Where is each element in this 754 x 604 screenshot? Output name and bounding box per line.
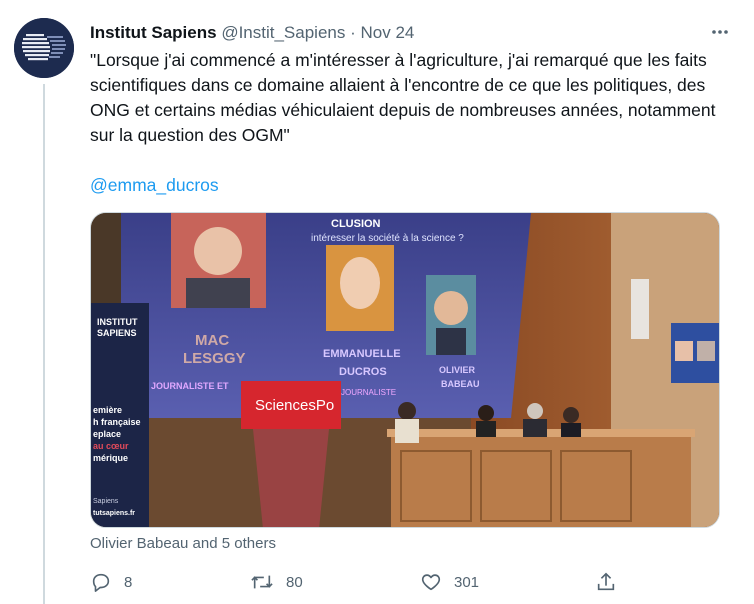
banner-logo-line2: SAPIENS <box>97 328 137 338</box>
banner-text-1: emière <box>93 405 122 415</box>
handle[interactable]: @Instit_Sapiens <box>221 23 345 42</box>
mention-link[interactable]: @emma_ducros <box>90 173 219 198</box>
banner-text-5: mérique <box>93 453 128 463</box>
speaker-1-role: JOURNALISTE ET <box>151 381 229 391</box>
separator: · <box>350 23 356 42</box>
speaker-1-name-line2: LESGGY <box>183 350 246 367</box>
speaker-3-name-line1: OLIVIER <box>439 365 476 375</box>
more-horizontal-icon <box>712 30 728 34</box>
reply-icon <box>92 573 110 592</box>
social-context[interactable]: Olivier Babeau and 5 others <box>90 535 276 553</box>
institut-sapiens-logo <box>14 18 74 78</box>
banner-text-2: h française <box>93 417 141 427</box>
lectern-brand: SciencesPo <box>255 397 334 414</box>
tweet-date[interactable]: Nov 24 <box>361 23 415 42</box>
reply-count: 8 <box>124 573 133 591</box>
speaker-3-name-line2: BABEAU <box>441 379 480 389</box>
speaker-1-name-line1: MAC <box>195 332 229 349</box>
speaker-2-name-line1: EMMANUELLE <box>323 348 401 360</box>
share-icon <box>597 572 615 591</box>
tweet-text: "Lorsque j'ai commencé a m'intéresser à … <box>90 50 716 145</box>
display-name[interactable]: Institut Sapiens <box>90 23 217 42</box>
like-count: 301 <box>454 573 480 591</box>
heart-icon <box>421 574 441 591</box>
banner-logo-line1: INSTITUT <box>97 317 138 327</box>
action-bar: 8 80 301 <box>90 568 630 596</box>
thread-line <box>43 84 45 604</box>
tweet-header: Institut Sapiens @Instit_Sapiens · Nov 2… <box>90 22 738 44</box>
banner-text-3: eplace <box>93 429 121 439</box>
banner-text-4: au cœur <box>93 441 129 451</box>
banner-footer-1: Sapiens <box>93 498 119 505</box>
reply-button[interactable]: 8 <box>90 568 132 596</box>
more-button[interactable] <box>708 20 732 44</box>
share-button[interactable] <box>595 568 629 596</box>
speaker-2-role: JOURNALISTE <box>341 388 396 397</box>
banner-footer-2: tutsapiens.fr <box>93 510 135 517</box>
conference-photo: CLUSION intéresser la société à la scien… <box>91 213 719 527</box>
avatar[interactable] <box>14 18 74 78</box>
retweet-icon <box>251 575 273 589</box>
slide-heading: CLUSION <box>331 218 381 230</box>
retweet-count: 80 <box>286 573 303 591</box>
speaker-2-name-line2: DUCROS <box>339 366 387 378</box>
slide-question: intéresser la société à la science ? <box>311 233 464 244</box>
retweet-button[interactable]: 80 <box>250 568 303 596</box>
like-button[interactable]: 301 <box>420 568 479 596</box>
tweet-photo[interactable]: CLUSION intéresser la société à la scien… <box>90 212 720 528</box>
